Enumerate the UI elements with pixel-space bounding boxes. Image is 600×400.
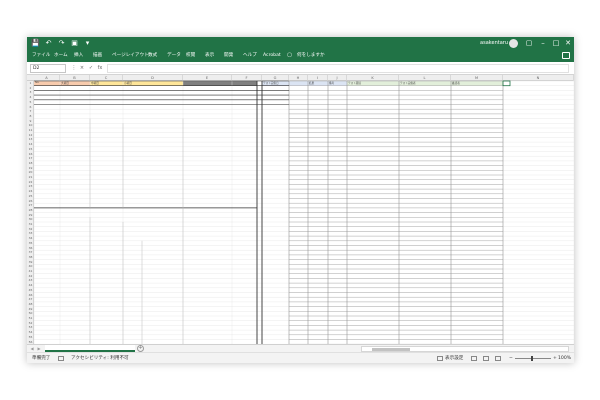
add-sheet-button[interactable]: + <box>137 345 144 352</box>
header-cell-fill <box>183 81 257 86</box>
header-cell-fill <box>123 81 183 86</box>
zoom-level[interactable]: 100% <box>558 353 571 363</box>
header-label: テスト実施者 <box>400 82 416 85</box>
sheet-tab-active[interactable] <box>45 345 135 352</box>
zoom-slider-thumb[interactable] <box>531 356 533 361</box>
macro-record-icon[interactable] <box>58 356 64 361</box>
sheet-tab-bar: ◀ ▶ + <box>27 344 574 352</box>
normal-view-icon[interactable] <box>471 356 477 361</box>
page-layout-view-icon[interactable] <box>483 356 489 361</box>
header-label: 中項目 <box>91 82 99 85</box>
zoom-out-button[interactable]: − <box>509 353 513 363</box>
header-label: 備考 <box>329 82 335 85</box>
status-ready: 準備完了 <box>32 356 51 361</box>
display-settings-icon[interactable] <box>437 356 443 361</box>
zoom-slider[interactable] <box>515 358 551 359</box>
header-label: 大項目 <box>61 82 69 85</box>
header-label: 小項目 <box>124 82 132 85</box>
header-label: テスト実施日 <box>263 82 279 85</box>
page-break-view-icon[interactable] <box>495 356 501 361</box>
excel-window: 💾 ↶ ↷ ▣ ▾ asakentaru ▢ – □ ✕ ファイル ホーム 挿入… <box>27 37 574 363</box>
header-label: 結果 <box>309 82 315 85</box>
accessibility-status[interactable]: アクセシビリティ: 利用不可 <box>71 353 129 363</box>
scrollbar-thumb[interactable] <box>372 348 410 351</box>
display-settings[interactable]: 表示設定 <box>445 353 463 363</box>
selected-cell <box>502 80 511 87</box>
header-label: テスト環境 <box>348 82 361 85</box>
header-label: No. <box>35 81 40 84</box>
cell-grid[interactable] <box>27 37 574 363</box>
header-cell-fill <box>289 81 347 86</box>
status-bar: 準備完了 アクセシビリティ: 利用不可 表示設定 − + 100% <box>27 352 574 363</box>
header-label: 確認者 <box>452 82 460 85</box>
zoom-in-button[interactable]: + <box>553 353 557 363</box>
